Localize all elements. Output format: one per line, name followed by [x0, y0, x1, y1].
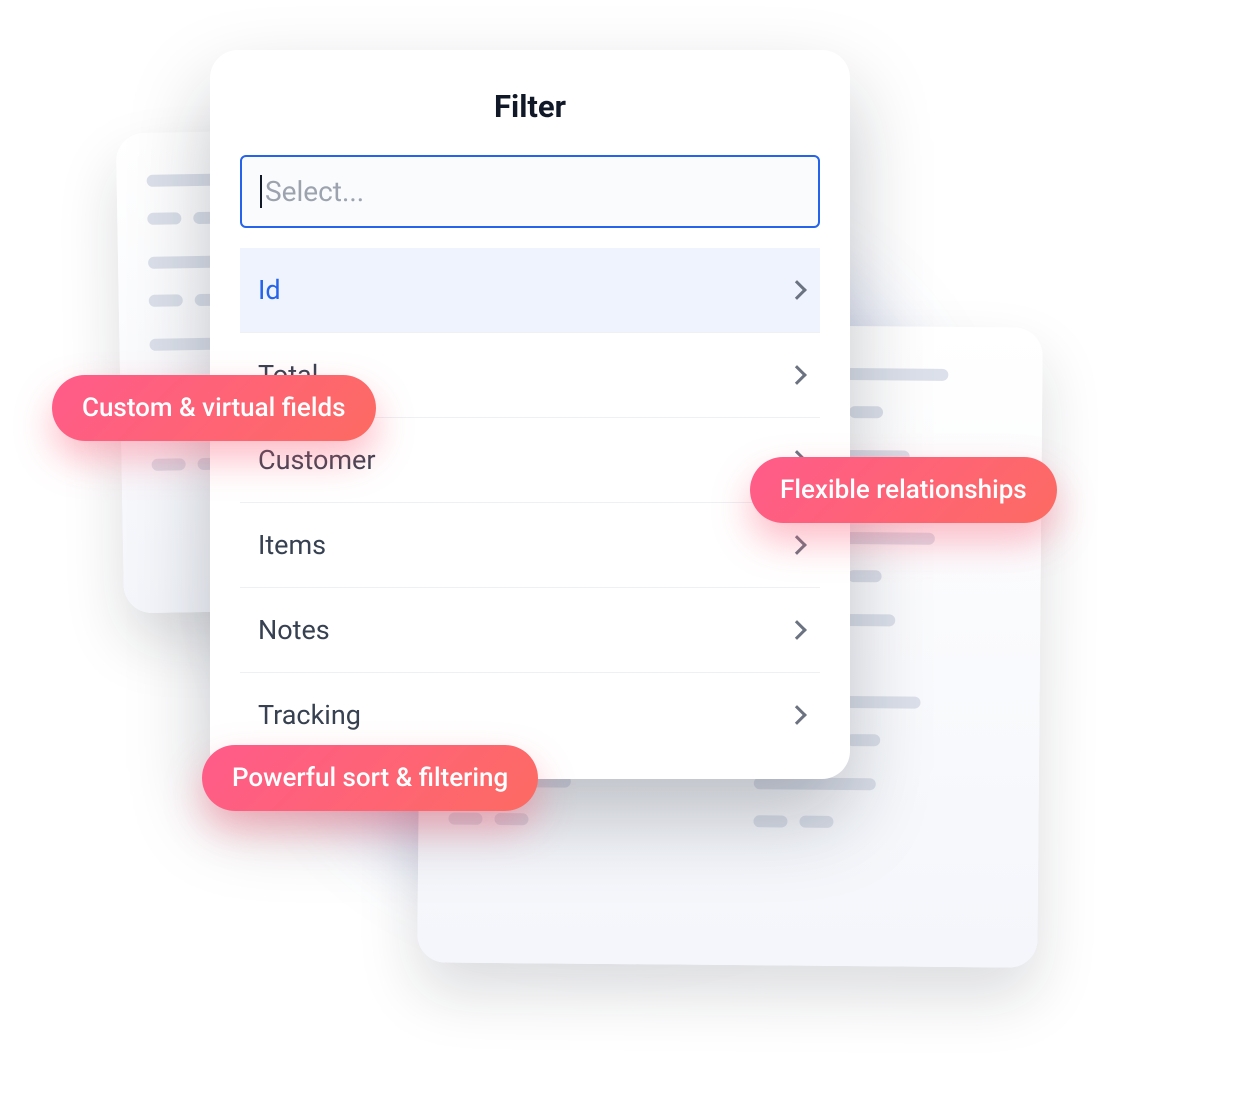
chevron-right-icon [787, 365, 807, 385]
filter-option-label: Customer [258, 444, 376, 476]
chevron-right-icon [787, 620, 807, 640]
chevron-right-icon [787, 705, 807, 725]
filter-option-items[interactable]: Items [240, 503, 820, 588]
text-caret [260, 175, 262, 208]
filter-option-label: Tracking [258, 699, 361, 731]
feature-badge-custom-virtual-fields: Custom & virtual fields [52, 375, 376, 441]
filter-select-input[interactable]: Select... [240, 155, 820, 228]
feature-badge-flexible-relationships: Flexible relationships [750, 457, 1057, 523]
filter-option-notes[interactable]: Notes [240, 588, 820, 673]
filter-option-id[interactable]: Id [240, 248, 820, 333]
filter-option-label: Items [258, 529, 326, 561]
feature-badge-powerful-sort-filtering: Powerful sort & filtering [202, 745, 538, 811]
filter-option-label: Id [258, 274, 281, 306]
chevron-right-icon [787, 535, 807, 555]
filter-option-label: Notes [258, 614, 330, 646]
filter-title: Filter [240, 88, 820, 125]
chevron-right-icon [787, 280, 807, 300]
filter-select-placeholder: Select... [265, 175, 364, 208]
